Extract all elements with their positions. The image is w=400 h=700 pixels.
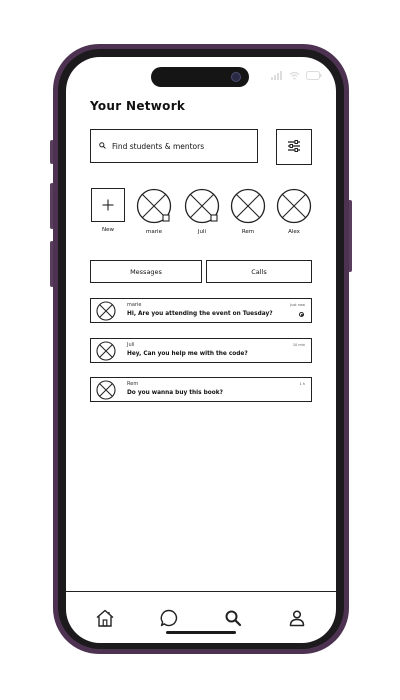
contact-label: New	[102, 227, 114, 233]
sliders-icon	[287, 138, 301, 157]
search-icon	[99, 141, 106, 151]
nav-chat[interactable]	[152, 605, 186, 631]
nav-home[interactable]	[88, 605, 122, 631]
contact-juli[interactable]: Juli	[184, 188, 220, 235]
tab-calls[interactable]: Calls	[206, 260, 312, 283]
contact-label: Alex	[288, 229, 300, 235]
message-time: Just now	[290, 303, 305, 307]
wifi-icon	[289, 71, 300, 80]
home-indicator	[166, 631, 236, 634]
message-item-rem[interactable]: Rem Do you wanna buy this book? 1 h	[90, 377, 312, 402]
search-input[interactable]: Find students & mentors	[90, 129, 258, 163]
nav-search[interactable]	[216, 605, 250, 631]
tab-label: Calls	[251, 267, 267, 276]
contact-label: Rem	[241, 229, 255, 235]
message-item-marie[interactable]: marie Hi, Are you attending the event on…	[90, 298, 312, 323]
contact-label: marie	[146, 229, 162, 235]
dynamic-island	[151, 67, 249, 87]
tab-label: Messages	[130, 267, 162, 276]
tab-messages[interactable]: Messages	[90, 260, 202, 283]
signal-icon	[271, 71, 283, 80]
contacts-row: New marie Juli Rem Alex	[90, 188, 320, 240]
filter-button[interactable]	[276, 129, 312, 165]
avatar-placeholder-icon	[276, 188, 312, 224]
nav-profile[interactable]	[280, 605, 314, 631]
avatar-placeholder-icon	[96, 301, 116, 321]
message-preview: Hi, Are you attending the event on Tuesd…	[127, 311, 273, 317]
contact-marie[interactable]: marie	[136, 188, 172, 235]
avatar-placeholder-icon	[230, 188, 266, 224]
home-icon	[96, 609, 114, 627]
phone-screen: Your Network Find students & mentors New	[66, 57, 336, 643]
contact-new[interactable]: New	[90, 188, 126, 233]
plus-icon	[102, 199, 114, 211]
chat-icon	[160, 609, 178, 627]
user-icon	[289, 610, 305, 627]
search-icon	[225, 610, 242, 627]
unread-indicator-icon	[299, 312, 304, 317]
avatar-placeholder-icon	[96, 380, 116, 400]
search-placeholder: Find students & mentors	[112, 141, 205, 151]
status-bar	[271, 71, 322, 80]
message-time: 10 min	[292, 343, 305, 347]
avatar-placeholder-icon	[184, 188, 220, 224]
avatar-placeholder-icon	[136, 188, 172, 224]
message-sender: Juli	[127, 342, 135, 348]
page-title: Your Network	[90, 99, 186, 113]
bottom-nav	[88, 605, 314, 631]
contact-rem[interactable]: Rem	[230, 188, 266, 235]
message-sender: marie	[127, 302, 142, 308]
message-preview: Do you wanna buy this book?	[127, 390, 223, 396]
message-sender: Rem	[127, 381, 139, 387]
message-time: 1 h	[299, 382, 305, 386]
nav-divider	[66, 591, 336, 593]
message-item-juli[interactable]: Juli Hey, Can you help me with the code?…	[90, 338, 312, 363]
message-preview: Hey, Can you help me with the code?	[127, 351, 248, 357]
contact-alex[interactable]: Alex	[276, 188, 312, 235]
contact-label: Juli	[197, 229, 207, 235]
avatar-placeholder-icon	[96, 341, 116, 361]
battery-icon	[306, 71, 322, 80]
add-contact-button[interactable]	[91, 188, 125, 222]
camera-icon	[231, 72, 241, 82]
